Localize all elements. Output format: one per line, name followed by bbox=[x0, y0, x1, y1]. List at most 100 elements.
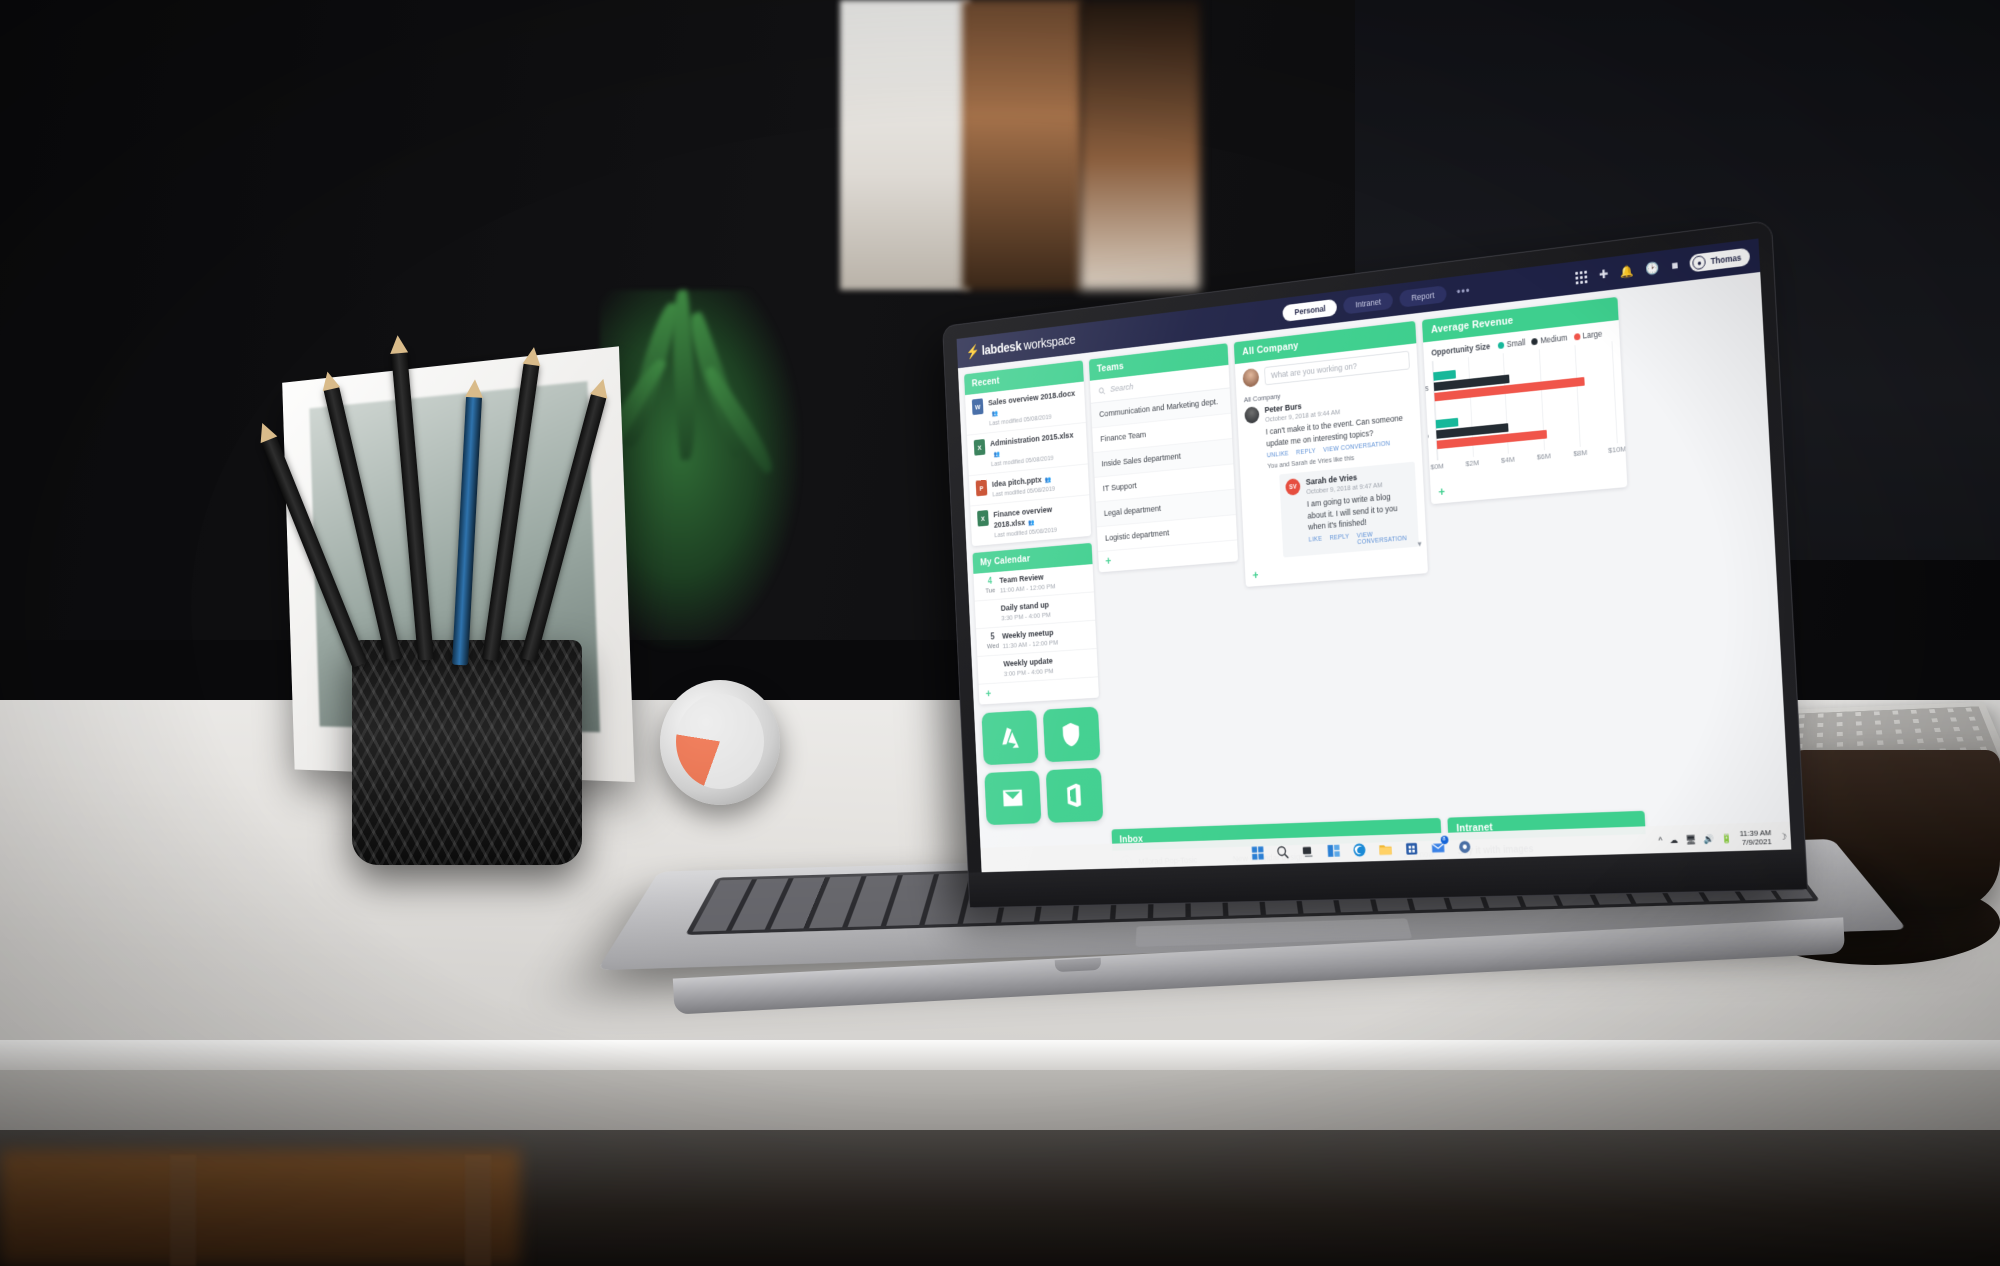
floor-wood bbox=[0, 1150, 520, 1266]
laptop-screen: ⚡ labdesk workspace Personal Intranet Rep… bbox=[956, 238, 1792, 873]
calendar-date-empty bbox=[984, 660, 1004, 679]
logo-text-bold: labdesk bbox=[981, 338, 1022, 358]
excel-file-icon: X bbox=[973, 438, 986, 456]
search-icon[interactable] bbox=[1275, 844, 1290, 860]
laptop-lid: ⚡ labdesk workspace Personal Intranet Rep… bbox=[942, 219, 1808, 909]
chart-x-tick: $4M bbox=[1500, 454, 1515, 465]
battery-icon[interactable]: 🔋 bbox=[1721, 833, 1732, 844]
chart-plot-area: Yes No $0M $2M $4M $6M $8M $10M bbox=[1422, 338, 1627, 482]
mail-icon[interactable]: 8 bbox=[1430, 835, 1449, 855]
mail-badge: 8 bbox=[1440, 835, 1449, 844]
shared-icon: 👥 bbox=[1028, 519, 1035, 527]
book-icon[interactable]: ■ bbox=[1671, 258, 1678, 272]
reply-action[interactable]: REPLY bbox=[1296, 448, 1316, 456]
user-avatar-menu[interactable]: ● Thomas bbox=[1689, 247, 1751, 273]
chart-category-label: Yes bbox=[1421, 382, 1429, 394]
mail-tile[interactable] bbox=[984, 770, 1042, 826]
like-action[interactable]: LIKE bbox=[1309, 536, 1323, 550]
company-feed: All Company Peter Burs October 9, 2018 a… bbox=[1236, 374, 1427, 567]
teams-body: Search Communication and Marketing dept.… bbox=[1089, 364, 1238, 573]
logo-text-light: workspace bbox=[1023, 331, 1076, 353]
chart-x-tick: $8M bbox=[1573, 448, 1588, 459]
view-conversation-action[interactable]: VIEW CONVERSATION bbox=[1357, 528, 1413, 546]
chart-body: Opportunity Size Small Medium Large Yes N… bbox=[1422, 320, 1627, 504]
chart-x-tick: $10M bbox=[1607, 444, 1627, 455]
event-time: 3:00 PM - 4:00 PM bbox=[1003, 666, 1054, 678]
office-icon bbox=[1067, 783, 1082, 808]
clock-icon[interactable]: 🕑 bbox=[1645, 261, 1659, 276]
calendar-list: 4 Tue Team Review 11:00 AM - 12:00 PM Da… bbox=[973, 564, 1099, 705]
taskbar-clock[interactable]: 11:39 AM 7/9/2021 bbox=[1739, 828, 1772, 847]
bolt-icon: ⚡ bbox=[965, 343, 980, 360]
desk-leg-left bbox=[170, 1155, 196, 1266]
shared-icon: 👥 bbox=[991, 410, 999, 418]
task-view-icon[interactable] bbox=[1300, 843, 1315, 859]
apps-grid-icon[interactable] bbox=[1575, 270, 1588, 284]
chart-bar bbox=[1435, 417, 1459, 429]
mail-icon bbox=[1002, 789, 1023, 807]
notification-center-icon[interactable]: ☽ bbox=[1779, 831, 1787, 842]
card-recent: Recent W Sales overview 2018.docx👥 Last … bbox=[964, 360, 1092, 547]
all-company-body: What are you working on? All Company Pet… bbox=[1235, 343, 1428, 587]
bell-icon[interactable]: 🔔 bbox=[1620, 264, 1634, 279]
security-shield-tile[interactable] bbox=[1042, 706, 1101, 763]
tab-overflow-menu[interactable]: ••• bbox=[1453, 284, 1474, 300]
reply-action[interactable]: REPLY bbox=[1329, 534, 1349, 549]
chart-x-tick: $2M bbox=[1465, 458, 1480, 469]
unlike-action[interactable]: UNLIKE bbox=[1267, 451, 1289, 460]
azure-tile[interactable] bbox=[981, 710, 1039, 766]
shared-icon: 👥 bbox=[993, 451, 1001, 459]
feed-reply: SV Sarah de Vries October 9, 2018 at 9:4… bbox=[1279, 461, 1419, 558]
column-teams-inbox: Teams Search Communication and Marketing… bbox=[1088, 343, 1239, 573]
shared-icon: 👥 bbox=[1044, 476, 1052, 484]
file-name: Administration 2015.xlsx bbox=[989, 430, 1074, 449]
file-name: Sales overview 2018.docx bbox=[987, 388, 1076, 409]
chart-bar bbox=[1433, 369, 1457, 381]
calendar-weekday: Wed bbox=[986, 641, 1000, 651]
microsoft-store-icon[interactable] bbox=[1404, 840, 1419, 856]
legend-item-large[interactable]: Large bbox=[1573, 329, 1602, 342]
tab-personal[interactable]: Personal bbox=[1282, 298, 1338, 322]
volume-icon[interactable]: 🔊 bbox=[1703, 833, 1714, 844]
tab-report[interactable]: Report bbox=[1399, 285, 1447, 308]
calendar-date: 5 Wed bbox=[983, 632, 1003, 652]
chart-bars: Yes No bbox=[1422, 341, 1618, 461]
plus-icon[interactable]: ✚ bbox=[1599, 267, 1609, 282]
desk-scene-photo: ⚡ labdesk workspace Personal Intranet Rep… bbox=[0, 0, 2000, 1266]
shield-icon bbox=[1062, 722, 1080, 747]
chevron-up-icon[interactable]: ^ bbox=[1658, 836, 1662, 846]
file-explorer-icon[interactable] bbox=[1377, 841, 1392, 857]
clock-date: 7/9/2021 bbox=[1741, 837, 1772, 847]
edge-browser-icon[interactable] bbox=[1352, 841, 1367, 857]
column-chart: Average Revenue Opportunity Size Small M… bbox=[1421, 296, 1628, 505]
desk-leg-right bbox=[465, 1155, 491, 1266]
network-icon[interactable]: 🖥 bbox=[1685, 834, 1696, 845]
avatar bbox=[1242, 367, 1260, 388]
widgets-icon[interactable] bbox=[1326, 842, 1341, 858]
word-file-icon: W bbox=[971, 398, 984, 416]
column-all-company: All Company What are you working on? All… bbox=[1233, 320, 1428, 587]
tab-intranet[interactable]: Intranet bbox=[1343, 291, 1394, 315]
windows-start-icon[interactable] bbox=[1250, 845, 1264, 861]
feed-scroll-down-icon[interactable]: ▼ bbox=[1416, 540, 1423, 549]
workspace-app: ⚡ labdesk workspace Personal Intranet Rep… bbox=[956, 238, 1792, 873]
search-icon bbox=[1098, 386, 1106, 396]
recent-file-list: W Sales overview 2018.docx👥 Last modifie… bbox=[965, 381, 1091, 546]
teams-search-input[interactable]: Search bbox=[1110, 382, 1134, 394]
system-tray: ^ ☁ 🖥 🔊 🔋 11:39 AM 7/9/2021 ☽ bbox=[1658, 828, 1787, 850]
excel-file-icon: X bbox=[977, 509, 989, 527]
office-tile[interactable] bbox=[1045, 767, 1104, 823]
cloud-icon[interactable]: ☁ bbox=[1670, 835, 1679, 846]
user-name: Thomas bbox=[1710, 252, 1742, 267]
card-teams: Teams Search Communication and Marketing… bbox=[1088, 343, 1239, 573]
avatar: SV bbox=[1285, 478, 1301, 497]
feed-post: Peter Burs October 9, 2018 at 9:44 AM I … bbox=[1244, 390, 1419, 560]
settings-gear-icon[interactable] bbox=[1457, 838, 1473, 854]
laptop: ⚡ labdesk workspace Personal Intranet Rep… bbox=[370, 215, 1908, 1075]
card-my-calendar: My Calendar 4 Tue Team Review 11:00 AM -… bbox=[972, 542, 1099, 705]
legend-item-small[interactable]: Small bbox=[1497, 337, 1526, 350]
chart-category-group: Yes bbox=[1422, 353, 1614, 404]
dashboard-board: Recent W Sales overview 2018.docx👥 Last … bbox=[958, 272, 1791, 834]
card-all-company: All Company What are you working on? All… bbox=[1233, 320, 1428, 587]
avatar: ● bbox=[1692, 254, 1707, 271]
